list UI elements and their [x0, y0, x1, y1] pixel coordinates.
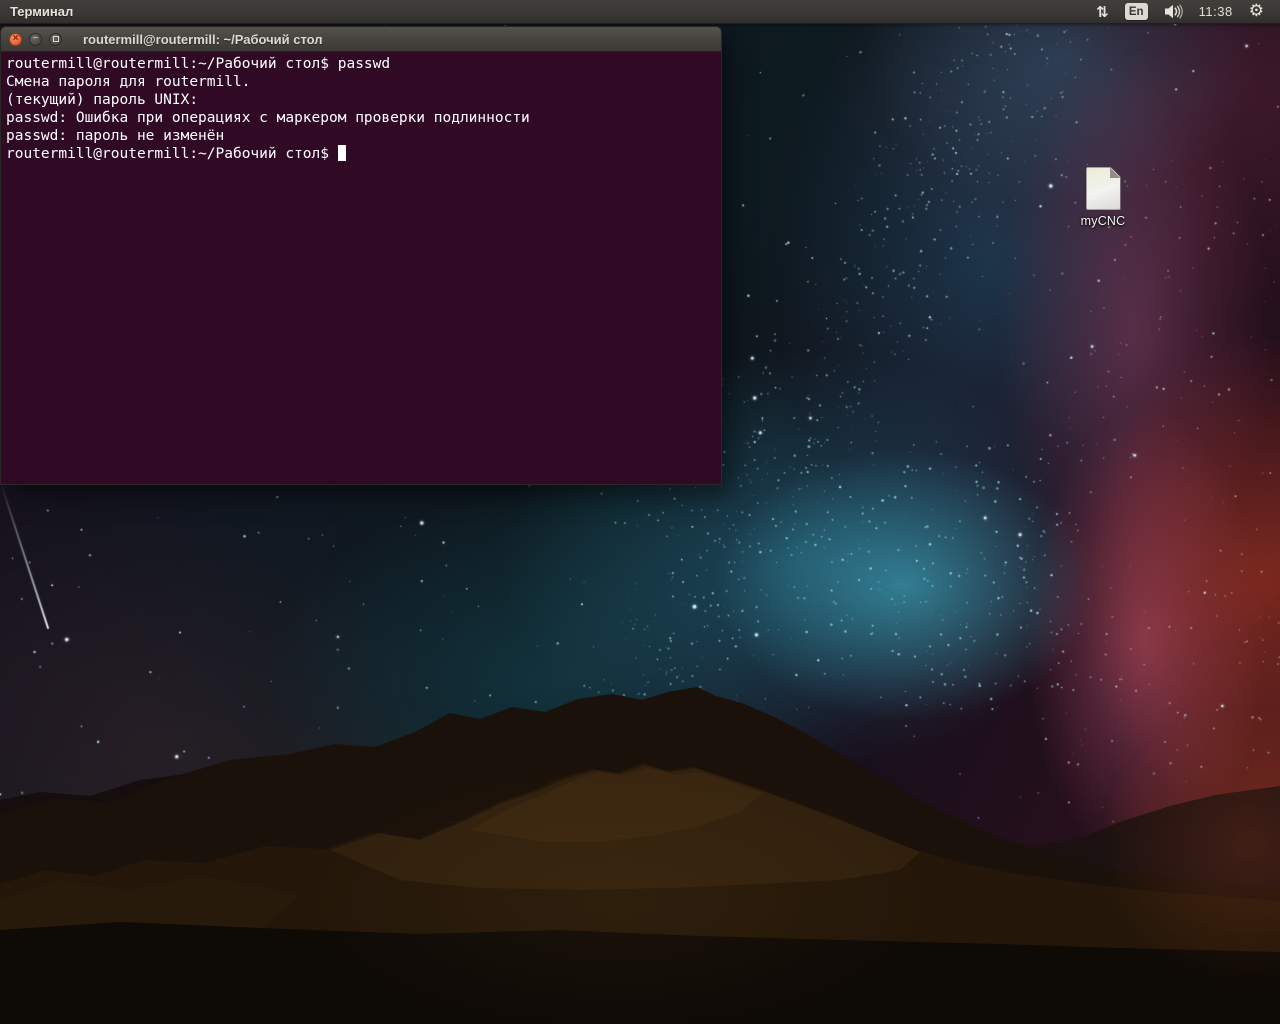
clock-indicator[interactable]: 11:38: [1191, 0, 1241, 24]
minimize-icon: −: [32, 32, 39, 44]
arrows-updown-icon: ⇅: [1096, 2, 1109, 21]
terminal-prompt: routermill@routermill:~/Рабочий стол$: [6, 146, 330, 162]
panel-indicators: ⇅ En 11:38 ⚙: [1088, 0, 1272, 24]
volume-indicator[interactable]: [1156, 0, 1191, 24]
clock-label: 11:38: [1198, 4, 1233, 19]
keyboard-indicator[interactable]: ⇅: [1088, 0, 1117, 24]
terminal-output[interactable]: routermill@routermill:~/Рабочий стол$ pa…: [0, 52, 722, 485]
window-title: routermill@routermill: ~/Рабочий стол: [83, 31, 323, 47]
terminal-line: passwd: пароль не изменён: [6, 128, 225, 144]
close-icon: ×: [12, 33, 19, 44]
desktop-icon-mycnc[interactable]: myCNC: [1066, 167, 1140, 228]
gear-icon: ⚙: [1248, 1, 1264, 21]
close-button[interactable]: ×: [9, 32, 22, 46]
folded-corner: [1110, 168, 1120, 178]
panel-app-menu[interactable]: Терминал: [10, 4, 73, 19]
terminal-line: passwd: Ошибка при операциях с маркером …: [6, 110, 530, 126]
desktop-icon-label: myCNC: [1080, 214, 1126, 228]
layout-badge: En: [1124, 3, 1148, 20]
terminal-window: × − routermill@routermill: ~/Рабочий сто…: [0, 26, 722, 485]
maximize-icon: [52, 36, 59, 42]
session-indicator[interactable]: ⚙: [1241, 0, 1272, 24]
keyboard-layout-indicator[interactable]: En: [1117, 0, 1156, 24]
terminal-line: Смена пароля для routermill.: [6, 74, 251, 90]
top-panel: Терминал ⇅ En 11:38 ⚙: [0, 0, 1280, 24]
volume-icon: [1164, 4, 1183, 19]
terminal-cursor: [337, 145, 347, 161]
document-icon: [1086, 167, 1121, 210]
terminal-line: routermill@routermill:~/Рабочий стол$ pa…: [6, 56, 391, 72]
desktop[interactable]: myCNC × − routermill@routermill: ~/Рабоч…: [0, 0, 1280, 1024]
terminal-line: (текущий) пароль UNIX:: [6, 92, 199, 108]
minimize-button[interactable]: −: [29, 32, 42, 46]
maximize-button[interactable]: [49, 32, 62, 46]
terminal-prompt-line: routermill@routermill:~/Рабочий стол$: [6, 145, 721, 163]
terminal-titlebar[interactable]: × − routermill@routermill: ~/Рабочий сто…: [0, 26, 722, 52]
